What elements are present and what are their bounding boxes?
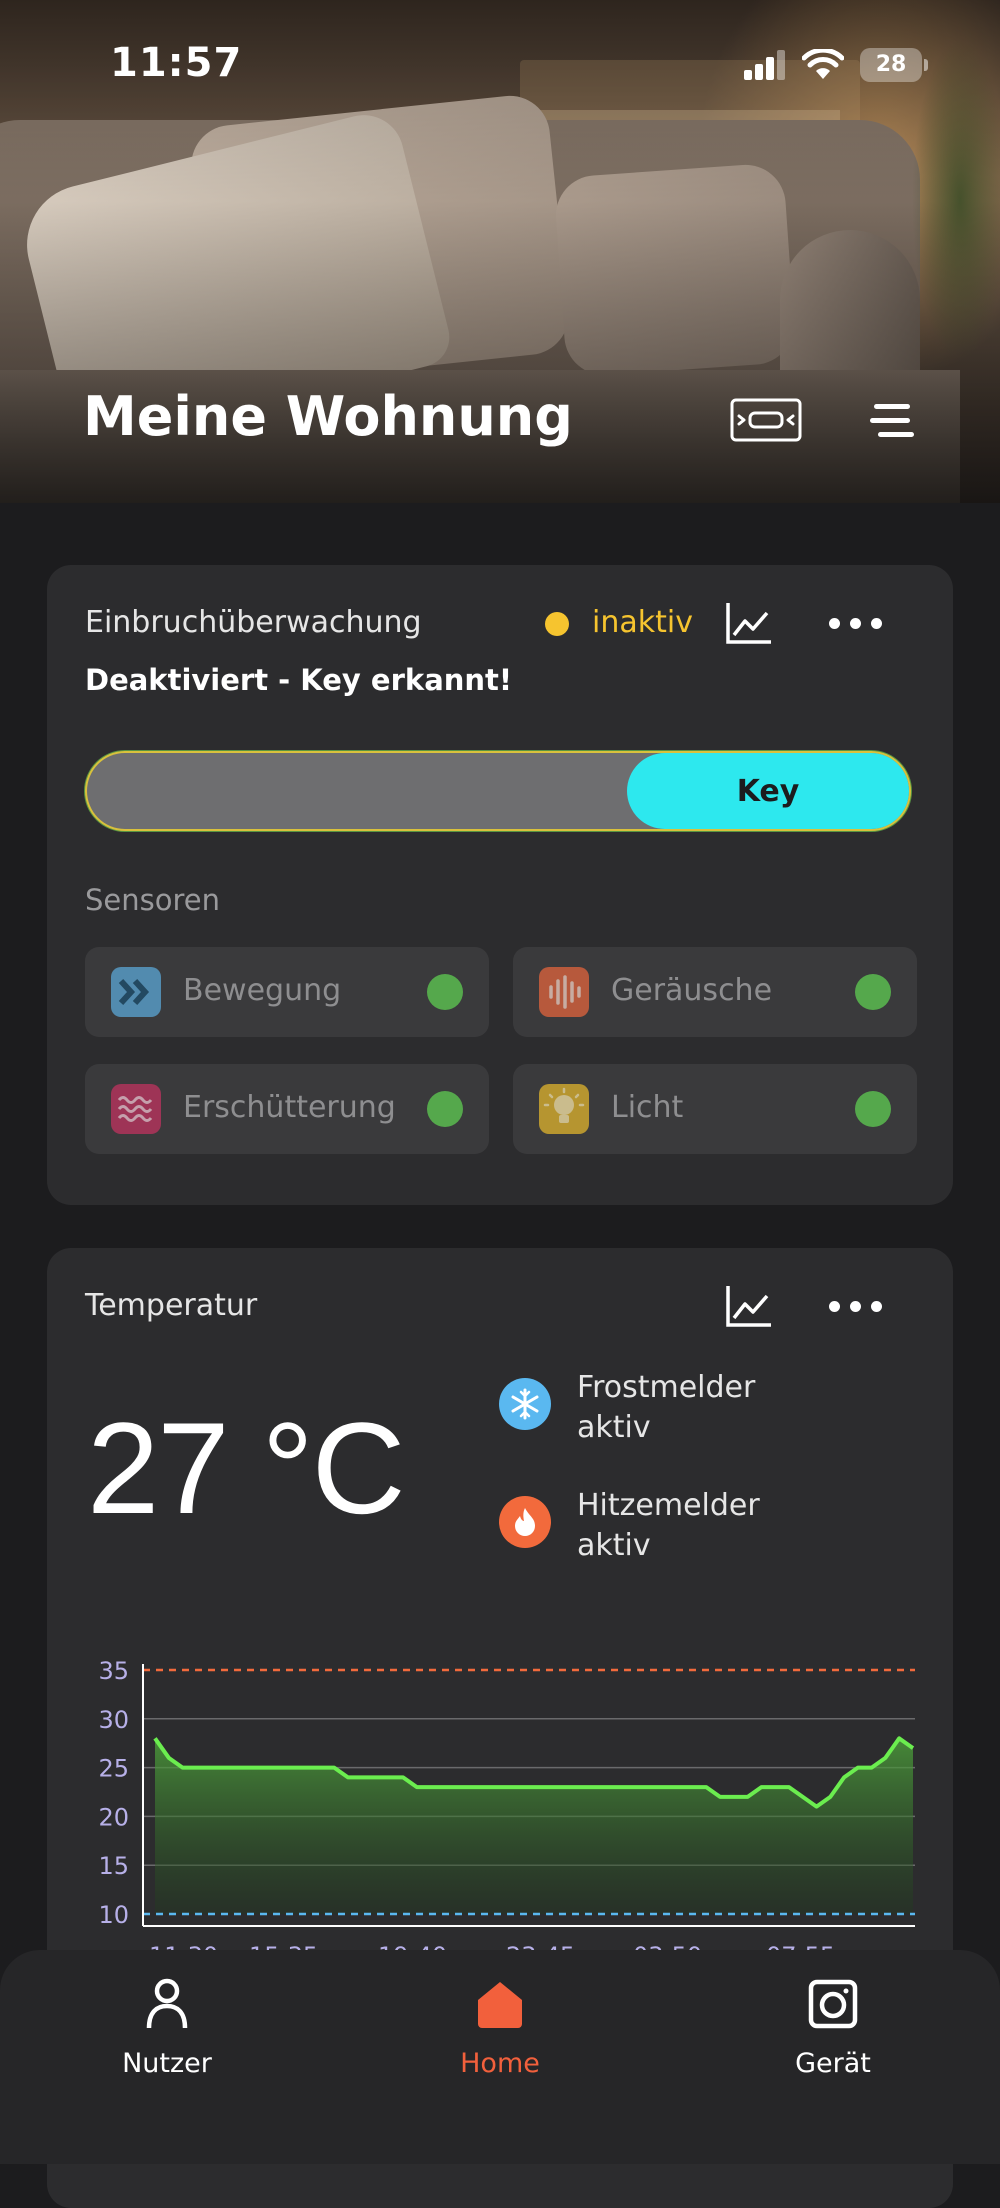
page-title: Meine Wohnung xyxy=(83,385,573,448)
heat-alert-text: Hitzemelder aktiv xyxy=(577,1486,760,1566)
y-tick-label: 35 xyxy=(98,1657,129,1685)
sensor-status-dot xyxy=(855,1091,891,1127)
key-device-button[interactable] xyxy=(730,398,802,442)
nav-item-device[interactable]: Gerät xyxy=(733,1974,933,2079)
wifi-icon xyxy=(802,49,844,79)
heat-alert-label: Hitzemelder xyxy=(577,1488,760,1523)
status-dot xyxy=(545,612,569,636)
frost-alert-label: Frostmelder xyxy=(577,1370,756,1405)
menu-icon[interactable] xyxy=(868,400,918,442)
more-options-button[interactable] xyxy=(829,618,882,629)
battery-indicator: 28 xyxy=(860,48,922,82)
card-title: Temperatur xyxy=(85,1288,258,1323)
status-subtitle: Deaktiviert - Key erkannt! xyxy=(85,663,513,697)
area-fill xyxy=(155,1738,913,1914)
device-icon xyxy=(808,1979,858,2029)
status-icons: 28 xyxy=(744,48,928,82)
sensor-sound[interactable]: Geräusche xyxy=(513,947,917,1037)
sensor-vibration[interactable]: Erschütterung xyxy=(85,1064,489,1154)
intrusion-monitoring-card: Einbruchüberwachung inaktiv Deaktiviert … xyxy=(47,565,953,1205)
status-time: 11:57 xyxy=(110,40,243,86)
nav-label: Gerät xyxy=(795,2048,871,2079)
frost-alert-text: Frostmelder aktiv xyxy=(577,1368,755,1448)
more-options-button[interactable] xyxy=(829,1301,882,1312)
sensor-status-dot xyxy=(427,974,463,1010)
temperature-value: 27 °C xyxy=(87,1395,406,1541)
y-tick-label: 20 xyxy=(98,1803,129,1831)
motion-icon xyxy=(111,967,161,1017)
y-tick-label: 30 xyxy=(98,1706,129,1734)
nav-item-users[interactable]: Nutzer xyxy=(67,1974,267,2079)
sensor-label: Erschütterung xyxy=(183,1090,396,1125)
arm-slider[interactable]: Key xyxy=(87,753,909,829)
y-tick-label: 25 xyxy=(98,1755,129,1783)
light-bulb-icon xyxy=(539,1084,589,1134)
battery-tip xyxy=(924,59,928,71)
flame-icon xyxy=(499,1496,551,1548)
snowflake-icon xyxy=(499,1378,551,1430)
sensor-label: Licht xyxy=(611,1090,684,1125)
status-text: inaktiv xyxy=(592,605,693,640)
frost-alert-status: aktiv xyxy=(577,1410,651,1445)
sound-icon xyxy=(539,967,589,1017)
heat-alert-status: aktiv xyxy=(577,1528,651,1563)
y-tick-label: 15 xyxy=(98,1852,129,1880)
card-title: Einbruchüberwachung xyxy=(85,605,422,640)
home-icon xyxy=(478,1982,522,2028)
nav-label: Nutzer xyxy=(122,2048,212,2079)
slider-thumb-key[interactable]: Key xyxy=(627,753,909,829)
sensor-status-dot xyxy=(855,974,891,1010)
nav-label: Home xyxy=(460,2048,540,2079)
sensor-light[interactable]: Licht xyxy=(513,1064,917,1154)
vibration-icon xyxy=(111,1084,161,1134)
nav-item-home[interactable]: Home xyxy=(400,1974,600,2079)
chart-icon[interactable] xyxy=(725,1284,773,1328)
sensors-heading: Sensoren xyxy=(85,883,220,917)
sensor-label: Geräusche xyxy=(611,973,773,1008)
user-icon xyxy=(146,1978,188,2029)
sensor-status-dot xyxy=(427,1091,463,1127)
cellular-signal-icon xyxy=(744,50,785,80)
y-tick-label: 10 xyxy=(98,1901,129,1929)
bottom-navigation: Nutzer Home Gerät xyxy=(0,1950,1000,2164)
chart-icon[interactable] xyxy=(725,601,773,645)
sensor-label: Bewegung xyxy=(183,973,342,1008)
sensor-motion[interactable]: Bewegung xyxy=(85,947,489,1037)
